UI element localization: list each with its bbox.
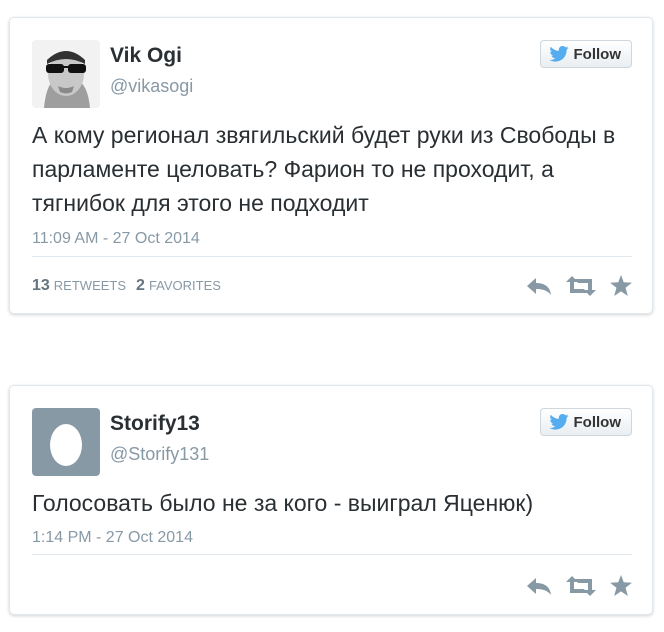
divider	[32, 554, 632, 555]
tweet-card: Vik Ogi @vikasogi Follow А кому регионал…	[9, 17, 653, 314]
user-handle[interactable]: @Storify131	[110, 444, 209, 465]
favorite-star-icon[interactable]	[610, 575, 632, 596]
retweet-icon[interactable]	[566, 275, 596, 296]
favorites-count: 2	[136, 277, 145, 294]
display-name[interactable]: Storify13	[110, 412, 200, 436]
reply-icon[interactable]	[526, 576, 552, 596]
avatar[interactable]	[32, 40, 100, 108]
retweet-icon[interactable]	[566, 575, 596, 596]
twitter-bird-icon	[548, 46, 569, 62]
tweet-text: А кому регионал звягильский будет руки и…	[32, 122, 616, 216]
user-handle[interactable]: @vikasogi	[110, 76, 193, 97]
twitter-bird-icon	[548, 414, 569, 430]
display-name[interactable]: Vik Ogi	[110, 44, 182, 68]
retweets-label: RETWEETS	[53, 278, 127, 293]
tweet-timestamp[interactable]: 11:09 AM - 27 Oct 2014	[32, 230, 200, 248]
follow-label: Follow	[573, 45, 622, 63]
tweet-timestamp[interactable]: 1:14 PM - 27 Oct 2014	[32, 529, 193, 547]
favorites-stat[interactable]: 2 FAVORITES	[136, 277, 221, 295]
favorite-star-icon[interactable]	[610, 275, 632, 296]
retweets-stat[interactable]: 13 RETWEETS	[32, 277, 126, 295]
tweet-card: Storify13 @Storify131 Follow Голосовать …	[9, 385, 653, 615]
tweet-actions	[526, 575, 632, 596]
tweet-actions	[526, 275, 632, 296]
favorites-label: FAVORITES	[148, 278, 221, 293]
follow-button[interactable]: Follow	[539, 408, 632, 436]
retweets-count: 13	[32, 277, 50, 294]
follow-button[interactable]: Follow	[539, 40, 632, 68]
tweet-stats: 13 RETWEETS 2 FAVORITES	[32, 277, 221, 295]
divider	[32, 256, 632, 257]
avatar[interactable]	[32, 408, 100, 476]
tweet-text: Голосовать было не за кого - выиграл Яце…	[32, 490, 534, 516]
follow-label: Follow	[573, 413, 622, 431]
reply-icon[interactable]	[526, 276, 552, 296]
